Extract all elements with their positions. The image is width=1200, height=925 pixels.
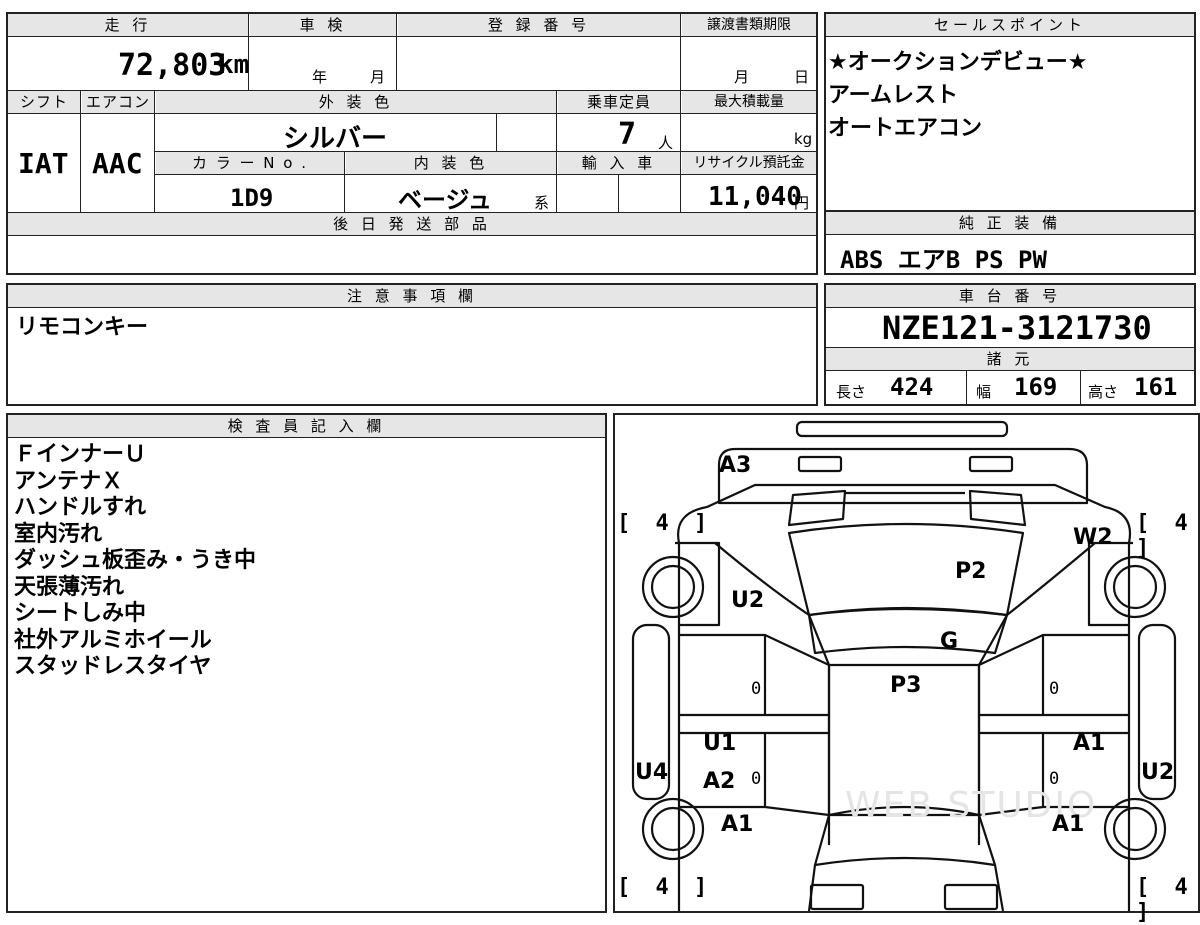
chassis-header: 車 台 番 号 (826, 285, 1194, 307)
ac-header: エアコン (82, 91, 154, 113)
front-bumper-shape (795, 420, 1009, 438)
inspector-line: ダッシュ板歪み・うき中 (14, 548, 257, 573)
notes-header: 注 意 事 項 欄 (8, 285, 816, 307)
length-value: 424 (890, 373, 934, 401)
capacity-value: 7 (618, 117, 637, 152)
damage-mark-w2: W2 (1073, 525, 1113, 550)
damage-mark-a1-right-door: A1 (1073, 731, 1106, 756)
genuine-equipment-value: ABS エアB PS PW (840, 246, 1047, 274)
color-no-value: 1D9 (230, 184, 274, 212)
length-label: 長さ (836, 383, 867, 401)
interior-color-header: 内 装 色 (346, 152, 556, 174)
inspector-line: 室内汚れ (14, 521, 103, 547)
transfer-deadline-header: 譲渡書類期限 (682, 14, 816, 36)
right-lamp-shape (968, 455, 1014, 473)
interior-color-suffix: 系 (534, 194, 550, 212)
import-header: 輸 入 車 (558, 152, 680, 174)
inspection-month-label: 月 (370, 68, 386, 86)
transfer-month-label: 月 (734, 68, 750, 86)
mileage-header: 走 行 (8, 14, 248, 36)
vehicle-spec-table: 走 行 車 検 登 録 番 号 譲渡書類期限 72,803 km 年 月 月 日… (6, 12, 818, 275)
chassis-number: NZE121-3121730 (882, 309, 1152, 347)
notes-value: リモコンキー (16, 315, 149, 340)
height-value: 161 (1134, 373, 1178, 401)
sales-point-line: ★オークションデビュー★ (828, 50, 1088, 75)
shift-value: IAT (18, 147, 69, 180)
left-lamp-shape (797, 455, 843, 473)
capacity-unit: 人 (658, 134, 674, 152)
damage-mark-g: G (940, 629, 959, 654)
damage-mark-p2: P2 (955, 559, 987, 584)
damage-mark-p3: P3 (890, 673, 922, 698)
tire-tread-front-right: [ 4 ] (1136, 511, 1194, 561)
inspector-box: 検 査 員 記 入 欄 ＦインナーＵ アンテナＸ ハンドルすれ 室内汚れ ダッシ… (6, 413, 607, 913)
recycle-header: リサイクル預託金 (682, 152, 816, 174)
sales-points-box: セールスポイント ★オークションデビュー★ アームレスト オートエアコン (824, 12, 1196, 212)
exterior-color-header: 外 装 色 (156, 91, 556, 113)
ac-value: AAC (92, 147, 143, 180)
inspector-line: 天張薄汚れ (14, 574, 125, 600)
sales-points-header: セールスポイント (826, 14, 1194, 36)
door-zero-front-right: 0 (1049, 679, 1060, 699)
inspector-line: ハンドルすれ (14, 495, 147, 520)
hood-shape (717, 447, 1089, 505)
door-zero-rear-right: 0 (1049, 769, 1060, 789)
inspector-line: スタッドレスタイヤ (14, 654, 212, 679)
capacity-header: 乗車定員 (558, 91, 680, 113)
damage-diagram: WEB STUDIO [ 4 ] [ 4 ] [ 4 ] [ 4 ] A3 W2… (613, 413, 1200, 925)
specs-header: 諸 元 (826, 348, 1194, 370)
interior-color-value: ベージュ (398, 186, 492, 214)
genuine-equipment-header: 純 正 装 備 (826, 212, 1194, 234)
later-parts-header: 後 日 発 送 部 品 (8, 213, 816, 235)
inspector-line: アンテナＸ (14, 468, 124, 494)
width-value: 169 (1014, 373, 1058, 401)
color-no-header: カ ラ ー N o . (156, 152, 344, 174)
damage-mark-a1-left-rear: A1 (721, 812, 754, 837)
height-label: 高さ (1088, 383, 1119, 401)
chassis-box: 車 台 番 号 NZE121-3121730 諸 元 長さ 424 幅 169 … (824, 283, 1196, 406)
notes-box: 注 意 事 項 欄 リモコンキー (6, 283, 818, 406)
damage-mark-u1: U1 (703, 731, 737, 756)
mileage-value: 72,803 (118, 48, 227, 83)
door-zero-front-left: 0 (751, 679, 762, 699)
exterior-color-value: シルバー (283, 124, 388, 154)
windshield-shape (787, 522, 1025, 617)
tire-tread-rear-left: [ 4 ] (617, 875, 714, 900)
mileage-unit: km (218, 50, 250, 80)
width-label: 幅 (976, 383, 992, 401)
recycle-value: 11,040 (708, 182, 802, 212)
cowl-shape (807, 607, 1009, 655)
sales-point-line: オートエアコン (828, 116, 983, 141)
inspector-list: ＦインナーＵ アンテナＸ ハンドルすれ 室内汚れ ダッシュ板歪み・うき中 天張薄… (14, 442, 256, 681)
recycle-unit: 円 (794, 194, 810, 212)
damage-mark-a3: A3 (719, 453, 752, 478)
sales-point-line: アームレスト (828, 83, 959, 108)
tire-tread-rear-right: [ 4 ] (1136, 875, 1194, 925)
genuine-equipment-box: 純 正 装 備 ABS エアB PS PW (824, 212, 1196, 275)
max-load-unit: kg (794, 130, 813, 148)
right-vent-shape (968, 489, 1027, 527)
registration-header: 登 録 番 号 (398, 14, 680, 36)
left-vent-shape (787, 489, 847, 527)
inspection-year-label: 年 (312, 68, 328, 86)
sales-points-list: ★オークションデビュー★ アームレスト オートエアコン (828, 46, 1087, 145)
inspector-header: 検 査 員 記 入 欄 (8, 415, 605, 437)
max-load-header: 最大積載量 (682, 91, 816, 113)
inspector-line: 社外アルミホイール (14, 627, 212, 653)
door-zero-rear-left: 0 (751, 769, 762, 789)
inspector-line: ＦインナーＵ (14, 442, 147, 467)
inspector-line: シートしみ中 (14, 601, 147, 626)
transfer-day-label: 日 (794, 68, 810, 86)
damage-mark-u2-left: U2 (731, 588, 765, 613)
damage-mark-u4: U4 (635, 760, 669, 785)
damage-mark-u2-right: U2 (1141, 760, 1175, 785)
tire-tread-front-left: [ 4 ] (617, 511, 714, 536)
shift-header: シフト (8, 91, 80, 113)
damage-mark-a1-right-rear: A1 (1052, 812, 1085, 837)
body-outline-shape (677, 483, 1132, 911)
damage-mark-a2: A2 (703, 769, 736, 794)
inspection-header: 車 検 (250, 14, 396, 36)
car-outline-diagram (631, 420, 1177, 911)
